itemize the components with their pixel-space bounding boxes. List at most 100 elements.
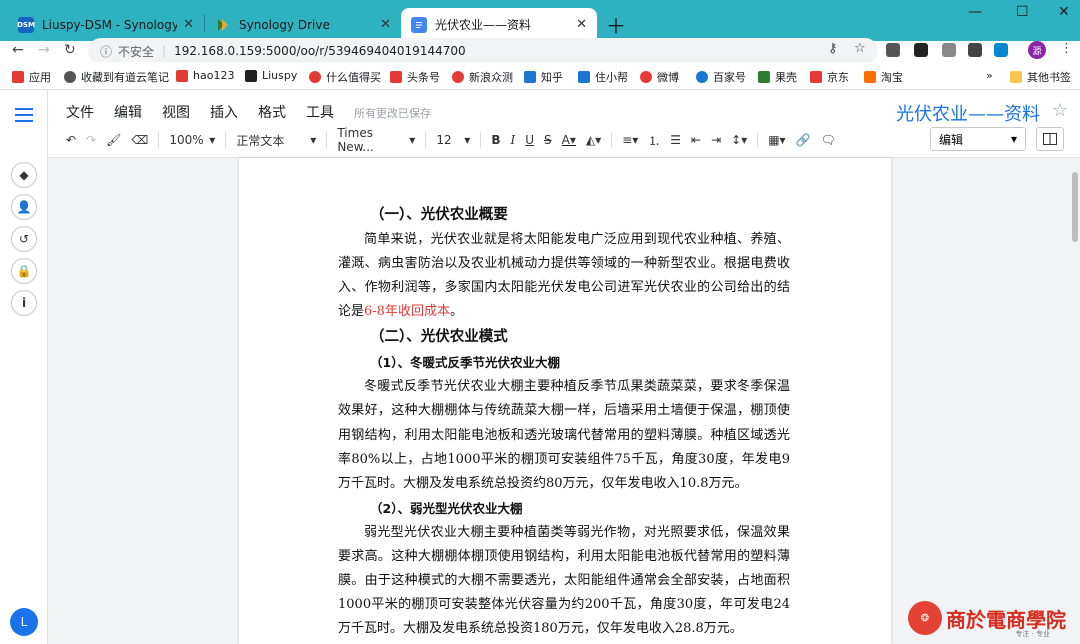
heading-overview: （一）、光伏农业概要 xyxy=(370,207,508,223)
bookmark-youdao[interactable]: 收藏到有道云笔记 xyxy=(64,69,169,85)
add-user-icon[interactable]: 👤 xyxy=(11,194,37,220)
weibo-icon xyxy=(452,71,464,83)
paragraph-style-select[interactable]: 正常文本 ▾ xyxy=(236,132,316,149)
tab-doc-active[interactable]: 光伏农业——资料 ✕ xyxy=(401,8,597,41)
tag-icon[interactable]: ◆ xyxy=(11,162,37,188)
user-avatar[interactable]: L xyxy=(10,608,38,636)
mode-select[interactable]: 编辑 ▾ xyxy=(930,127,1026,151)
omnibox[interactable]: ⓘ 不安全 | 192.168.0.159:5000/oo/r/53946940… xyxy=(88,38,878,64)
close-icon[interactable]: ✕ xyxy=(576,17,587,32)
synology-drive-icon xyxy=(215,17,231,33)
bookmark-sina[interactable]: 新浪众测 xyxy=(452,69,513,85)
font-size-select[interactable]: 12 ▾ xyxy=(436,133,470,147)
numbered-list-icon[interactable]: ⒈ xyxy=(648,132,660,149)
table-icon[interactable]: ▦▾ xyxy=(768,133,785,147)
maximize-icon[interactable]: ☐ xyxy=(1016,4,1029,20)
close-icon[interactable]: ✕ xyxy=(183,17,194,32)
folder-icon xyxy=(1010,71,1022,83)
menu-format[interactable]: 格式 xyxy=(258,102,286,122)
bookmark-liuspy[interactable]: Liuspy xyxy=(245,69,297,82)
comment-icon[interactable]: 🗨 xyxy=(821,133,836,147)
bold-icon[interactable]: B xyxy=(491,133,500,147)
tab-dsm[interactable]: DSM Liuspy-DSM - Synology DiskSt ✕ xyxy=(8,8,204,41)
bookmark-star-icon[interactable]: ☆ xyxy=(854,41,866,56)
menu-view[interactable]: 视图 xyxy=(162,102,190,122)
star-icon[interactable]: ☆ xyxy=(1052,100,1068,121)
document-title[interactable]: 光伏农业——资料 xyxy=(896,100,1040,126)
close-icon[interactable]: ✕ xyxy=(380,17,391,32)
bookmark-zhihu[interactable]: 知乎 xyxy=(524,69,563,85)
undo-icon[interactable]: ↶ xyxy=(66,133,76,147)
underline-icon[interactable]: U xyxy=(525,133,534,147)
caret-down-icon: ▾ xyxy=(209,133,216,147)
caret-down-icon: ▾ xyxy=(464,133,471,147)
paragraph: 弱光型光伏农业大棚主要种植菌类等弱光作物，对光照要求低，保温效果要求高。这种大棚… xyxy=(338,524,790,637)
jd-icon xyxy=(810,71,822,83)
document-canvas: （一）、光伏农业概要 简单来说，光伏农业就是将太阳能发电广泛应用到现代农业种植、… xyxy=(48,158,1080,644)
bookmark-guokr[interactable]: 果壳 xyxy=(758,69,797,85)
vertical-scrollbar[interactable] xyxy=(1072,172,1078,242)
bookmark-taobao[interactable]: 淘宝 xyxy=(864,69,903,85)
info-icon[interactable]: ⓘ xyxy=(100,43,112,60)
other-bookmarks[interactable]: 其他书签 xyxy=(1010,69,1071,85)
menu-insert[interactable]: 插入 xyxy=(210,102,238,122)
profile-avatar[interactable]: 源 xyxy=(1028,41,1046,59)
bookmark-zhuxiaobang[interactable]: 住小帮 xyxy=(578,69,628,85)
decrease-indent-icon[interactable]: ⇤ xyxy=(691,133,701,147)
increase-indent-icon[interactable]: ⇥ xyxy=(711,133,721,147)
menu-file[interactable]: 文件 xyxy=(66,102,94,122)
extension-icon[interactable] xyxy=(914,43,928,57)
bulleted-list-icon[interactable]: ☰ xyxy=(670,133,681,147)
link-icon[interactable]: 🔗 xyxy=(796,133,811,147)
minimize-icon[interactable]: — xyxy=(968,4,982,20)
menu-bar: 文件 编辑 视图 插入 格式 工具 所有更改已保存 xyxy=(66,102,451,122)
history-icon[interactable]: ↺ xyxy=(11,226,37,252)
bookmark-hao123[interactable]: hao123 xyxy=(176,69,234,82)
bookmark-jd[interactable]: 京东 xyxy=(810,69,849,85)
italic-icon[interactable]: I xyxy=(510,133,515,147)
url-text[interactable]: 192.168.0.159:5000/oo/r/5394694040191447… xyxy=(174,44,466,58)
panel-toggle-icon[interactable] xyxy=(1036,127,1064,151)
tab-title: Liuspy-DSM - Synology DiskSt xyxy=(42,17,178,32)
strikethrough-icon[interactable]: S xyxy=(544,133,552,147)
back-icon[interactable]: ← xyxy=(12,42,24,58)
extension-icon[interactable] xyxy=(968,43,982,57)
menu-dots-icon[interactable]: ⋮ xyxy=(1060,41,1073,56)
bookmark-apps[interactable]: 应用 xyxy=(12,69,51,85)
bookmark-toutiao[interactable]: 头条号 xyxy=(390,69,440,85)
new-tab-button[interactable]: ＋ xyxy=(606,10,626,39)
document-page[interactable]: （一）、光伏农业概要 简单来说，光伏农业就是将太阳能发电广泛应用到现代农业种植、… xyxy=(239,158,891,644)
menu-tools[interactable]: 工具 xyxy=(306,102,334,122)
bookmark-weibo[interactable]: 微博 xyxy=(640,69,679,85)
align-icon[interactable]: ≡▾ xyxy=(622,133,638,147)
line-spacing-icon[interactable]: ↕▾ xyxy=(731,133,747,147)
lock-icon[interactable]: 🔒 xyxy=(11,258,37,284)
forward-icon[interactable]: → xyxy=(38,42,50,58)
tab-title: 光伏农业——资料 xyxy=(435,18,532,32)
zoom-select[interactable]: 100% ▾ xyxy=(169,133,215,147)
text-color-icon[interactable]: A▾ xyxy=(562,133,576,147)
bookmark-baijiahao[interactable]: 百家号 xyxy=(696,69,746,85)
highlight-color-icon[interactable]: ◭▾ xyxy=(586,133,601,147)
info-icon[interactable]: i xyxy=(11,290,37,316)
document-body[interactable]: （一）、光伏农业概要 简单来说，光伏农业就是将太阳能发电广泛应用到现代农业种植、… xyxy=(338,202,790,641)
apps-icon xyxy=(12,71,24,83)
font-family-select[interactable]: Times New... ▾ xyxy=(337,126,415,154)
bookmark-smzdm[interactable]: 什么值得买 xyxy=(309,69,381,85)
extension-icon[interactable] xyxy=(886,43,900,57)
redo-icon[interactable]: ↷ xyxy=(86,133,96,147)
window-close-icon[interactable]: ✕ xyxy=(1058,4,1070,20)
extension-icon[interactable] xyxy=(994,43,1008,57)
extension-icon[interactable] xyxy=(942,43,956,57)
clear-format-icon[interactable]: ⌫ xyxy=(131,133,148,147)
key-icon[interactable]: ⚷ xyxy=(828,41,838,56)
watermark-emblem-icon: ❂ xyxy=(908,601,942,635)
tab-synology-drive[interactable]: Synology Drive ✕ xyxy=(205,8,401,41)
menu-edit[interactable]: 编辑 xyxy=(114,102,142,122)
hamburger-menu-icon[interactable] xyxy=(15,108,33,122)
reload-icon[interactable]: ↻ xyxy=(64,42,76,58)
zhuxiaobang-icon xyxy=(578,71,590,83)
more-bookmarks-button[interactable]: » xyxy=(986,69,993,82)
paint-format-icon[interactable]: 🖌 xyxy=(106,133,121,147)
caret-down-icon: ▾ xyxy=(409,133,416,147)
